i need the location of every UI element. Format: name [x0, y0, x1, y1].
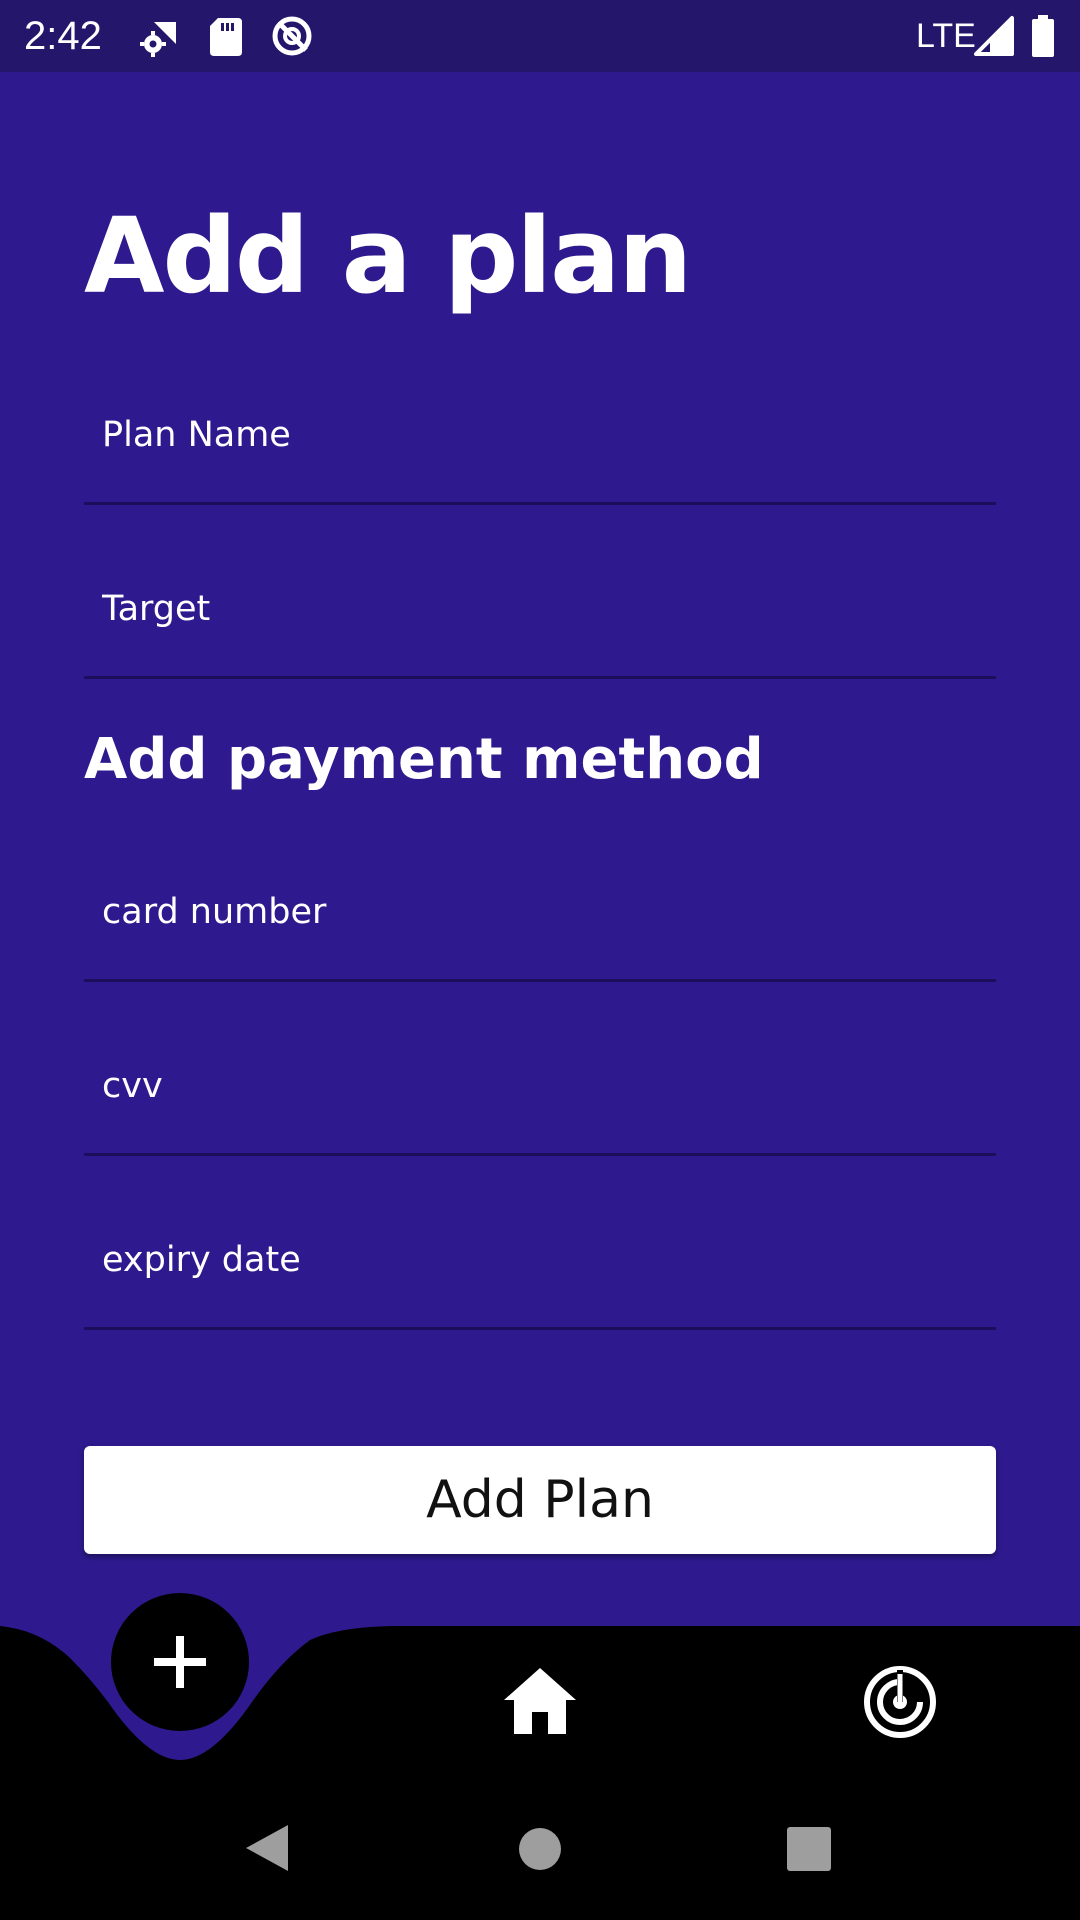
add-fab-button[interactable] [111, 1593, 249, 1731]
cvv-input[interactable] [102, 1059, 978, 1113]
home-nav-button[interactable] [500, 1660, 580, 1740]
settings-wifi-icon [136, 14, 180, 58]
expiry-date-field[interactable] [84, 1190, 996, 1330]
add-icon [154, 1636, 206, 1688]
plan-name-input[interactable] [102, 408, 978, 462]
card-number-input[interactable] [102, 885, 978, 939]
radar-nav-button[interactable] [860, 1660, 940, 1740]
payment-heading: Add payment method [84, 727, 764, 792]
recents-icon [787, 1827, 831, 1871]
expiry-date-input[interactable] [102, 1233, 978, 1287]
system-navigation-bar [0, 1775, 1080, 1920]
sd-card-icon [204, 14, 248, 58]
system-back-button[interactable] [244, 1823, 290, 1877]
system-recents-button[interactable] [786, 1826, 832, 1876]
plan-name-field[interactable] [84, 365, 996, 505]
battery-icon [1030, 14, 1056, 58]
status-time: 2:42 [24, 14, 102, 58]
add-plan-button[interactable]: Add Plan [84, 1446, 996, 1554]
home-icon [504, 1668, 576, 1734]
card-number-field[interactable] [84, 842, 996, 982]
network-type: LTE [916, 17, 976, 55]
signal-icon [972, 14, 1016, 58]
status-bar: 2:42 LTE [0, 0, 1080, 72]
target-input[interactable] [102, 582, 978, 636]
radar-icon [864, 1666, 936, 1738]
add-plan-screen: 2:42 LTE Add a plan Plan Name Target Add… [0, 0, 1080, 1920]
target-field[interactable] [84, 539, 996, 679]
data-saver-icon [270, 14, 314, 58]
system-home-button[interactable] [518, 1827, 562, 1875]
page-title: Add a plan [84, 195, 692, 317]
back-icon [246, 1825, 288, 1871]
cvv-field[interactable] [84, 1016, 996, 1156]
home-circle-icon [519, 1828, 561, 1870]
